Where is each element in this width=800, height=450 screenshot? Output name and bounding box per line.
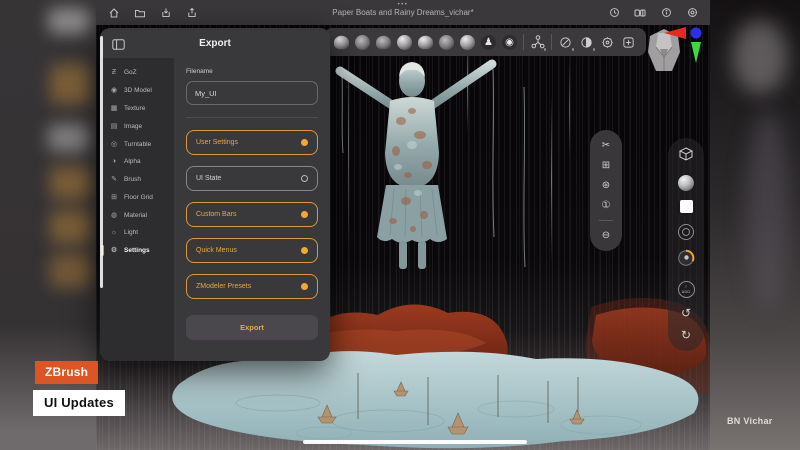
sidebar-toggle-icon[interactable] (112, 37, 125, 48)
subtool-cube-icon[interactable] (679, 147, 693, 166)
texture-icon: ▦ (110, 104, 118, 112)
gizmo-icon[interactable] (530, 35, 545, 50)
panel-header: Export (100, 28, 330, 58)
top-bar: ••• Paper Boats and Rainy Dreams_vichar* (96, 0, 710, 25)
settings-sidebar: ƵGoZ ◉3D Model ▦Texture ▤Image ◎Turntabl… (100, 58, 174, 361)
document-title: Paper Boats and Rainy Dreams_vichar* (332, 8, 473, 18)
history-icon[interactable] (608, 7, 620, 19)
panel-edge-highlight (100, 36, 103, 288)
option-user-settings[interactable]: User Settings (186, 130, 318, 155)
gizmo-settings-icon[interactable]: ⊛ (602, 180, 610, 191)
radio-selected-icon (301, 139, 308, 146)
x-axis-arrow (664, 27, 686, 39)
floor-grid-icon: ⊞ (110, 193, 118, 201)
brush-settings-icon[interactable] (600, 35, 615, 50)
grid-icon[interactable]: ⊞ (602, 160, 610, 171)
sidebar-item-brush[interactable]: ✎Brush (100, 170, 174, 188)
sculpt-mode-icon[interactable] (558, 35, 573, 50)
sidebar-item-floor-grid[interactable]: ⊞Floor Grid (100, 188, 174, 206)
solo-icon[interactable]: ① (602, 200, 611, 211)
sidebar-item-texture[interactable]: ▦Texture (100, 99, 174, 117)
figure-brush[interactable]: ♟ (481, 35, 496, 50)
export-settings: Filename My_UI User Settings UI State Cu… (174, 58, 330, 361)
toolbar-divider (599, 220, 613, 221)
info-icon[interactable] (660, 7, 672, 19)
sidebar-item-3d-model[interactable]: ◉3D Model (100, 81, 174, 99)
alpha-icon: ◑ (110, 158, 118, 165)
settings-icon[interactable] (686, 7, 698, 19)
clay-brush[interactable] (418, 35, 433, 49)
turntable-icon: ◎ (110, 140, 118, 148)
ui-updates-badge: UI Updates (33, 390, 125, 416)
sidebar-item-turntable[interactable]: ◎Turntable (100, 135, 174, 153)
scissors-icon[interactable]: ✂ (602, 140, 610, 151)
sidebar-item-light[interactable]: ☼Light (100, 224, 174, 241)
right-tool-column: ↑ ADD ↺ ↻ (668, 138, 704, 351)
option-quick-menus[interactable]: Quick Menus (186, 238, 318, 263)
blurred-right-margin (710, 0, 800, 450)
home-indicator[interactable] (303, 440, 527, 444)
material-sphere[interactable] (678, 175, 694, 191)
layout-icon[interactable] (634, 7, 646, 19)
zbrush-app: ••• Paper Boats and Rainy Dreams_vichar* (96, 0, 710, 450)
color-swatch[interactable] (680, 200, 693, 213)
filename-input[interactable]: My_UI (186, 81, 318, 105)
add-tool-icon[interactable] (621, 35, 636, 50)
share-icon[interactable] (186, 7, 198, 19)
sidebar-item-alpha[interactable]: ◑Alpha (100, 153, 174, 170)
settings-gear-icon: ⚙ (110, 246, 118, 254)
dome-brush[interactable] (439, 35, 454, 50)
export-button[interactable]: Export (186, 315, 318, 340)
sidebar-item-goz[interactable]: ƵGoZ (100, 64, 174, 81)
add-mode-toggle[interactable]: ↑ ADD (678, 281, 695, 298)
cone-brush[interactable] (355, 35, 370, 50)
radio-selected-icon (301, 247, 308, 254)
sidebar-item-image[interactable]: ▤Image (100, 117, 174, 135)
draw-size-dial[interactable] (677, 249, 695, 272)
spiral-brush[interactable]: ◉ (502, 35, 517, 50)
radio-selected-icon (301, 283, 308, 290)
zbrush-badge: ZBrush (35, 361, 98, 384)
stroke-ring-icon[interactable] (678, 224, 694, 240)
folder-icon[interactable] (134, 7, 146, 19)
image-icon: ▤ (110, 122, 118, 130)
redo-icon[interactable]: ↻ (681, 329, 691, 342)
brush-icon: ✎ (110, 175, 118, 183)
subtract-icon[interactable]: ⊖ (602, 230, 610, 241)
option-ui-state[interactable]: UI State (186, 166, 318, 191)
sidebar-item-settings[interactable]: ⚙Settings (100, 241, 174, 259)
credit-watermark: BN Vichar (727, 416, 773, 426)
panel-title: Export (100, 38, 330, 49)
viewport-tools: ✂ ⊞ ⊛ ① ⊖ (590, 130, 622, 251)
model-icon: ◉ (110, 86, 118, 94)
radio-selected-icon (301, 211, 308, 218)
paint-mode-icon[interactable] (579, 35, 594, 50)
home-icon[interactable] (108, 7, 120, 19)
halfsphere-brush[interactable] (334, 35, 349, 49)
brush-toolbar: ♟ ◉ (324, 28, 646, 56)
material-icon: ◍ (110, 211, 118, 219)
radio-unselected-icon (301, 175, 308, 182)
sidebar-item-material[interactable]: ◍Material (100, 206, 174, 224)
sphere-brush[interactable] (397, 35, 412, 50)
import-icon[interactable] (160, 7, 172, 19)
y-axis-arrow (691, 42, 701, 63)
toolbar-divider (551, 34, 552, 50)
pinch-brush[interactable] (460, 35, 475, 50)
goz-icon: Ƶ (110, 69, 118, 76)
shell-brush[interactable] (376, 35, 391, 49)
filename-label: Filename (186, 68, 318, 75)
z-axis-dot (691, 28, 702, 39)
axis-gizmo[interactable] (662, 25, 706, 65)
option-custom-bars[interactable]: Custom Bars (186, 202, 318, 227)
undo-icon[interactable]: ↺ (681, 307, 691, 320)
light-icon: ☼ (110, 229, 118, 236)
option-zmodeler-presets[interactable]: ZModeler Presets (186, 274, 318, 299)
toolbar-divider (523, 34, 524, 50)
export-panel: Export ƵGoZ ◉3D Model ▦Texture ▤Image ◎T… (100, 28, 330, 361)
divider (186, 117, 318, 118)
